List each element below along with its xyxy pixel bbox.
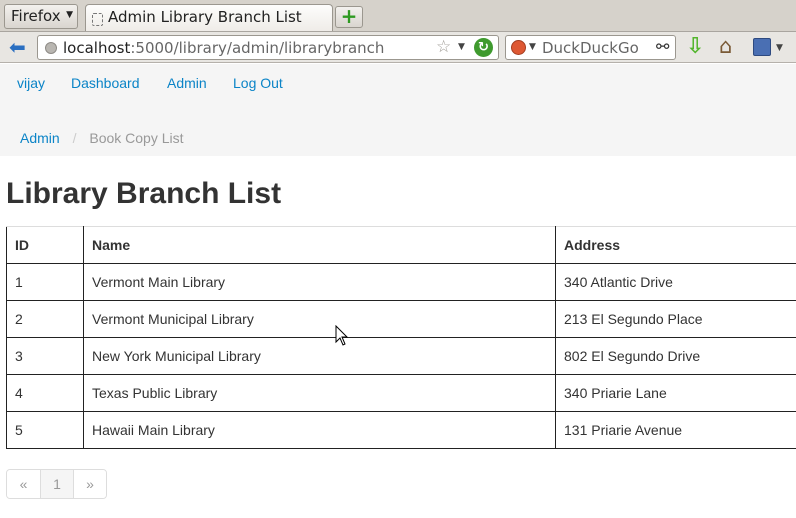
table-row: 2 Vermont Municipal Library 213 El Segun… bbox=[6, 300, 796, 338]
cell-name: New York Municipal Library bbox=[83, 337, 556, 375]
browser-tab[interactable]: Admin Library Branch List bbox=[85, 4, 333, 31]
bookmarks-icon[interactable] bbox=[753, 38, 771, 56]
duckduckgo-icon[interactable] bbox=[511, 40, 526, 55]
pagination: « 1 » bbox=[6, 469, 107, 499]
cell-address: 340 Priarie Lane bbox=[555, 374, 796, 412]
chevron-down-icon[interactable]: ▼ bbox=[529, 42, 536, 52]
nav-user-link[interactable]: vijay bbox=[17, 75, 45, 91]
table-row: 5 Hawaii Main Library 131 Priarie Avenue bbox=[6, 411, 796, 449]
column-header-address: Address bbox=[555, 226, 796, 264]
cell-address: 340 Atlantic Drive bbox=[555, 263, 796, 301]
page-icon bbox=[92, 13, 103, 26]
address-bar[interactable]: localhost:5000/library/admin/librarybran… bbox=[37, 35, 499, 60]
cell-id: 1 bbox=[6, 263, 84, 301]
cell-id: 4 bbox=[6, 374, 84, 412]
chevron-down-icon: ▼ bbox=[66, 10, 73, 20]
column-header-name: Name bbox=[83, 226, 556, 264]
table-row: 1 Vermont Main Library 340 Atlantic Driv… bbox=[6, 263, 796, 301]
url-host: localhost bbox=[63, 39, 131, 57]
pagination-page-1[interactable]: 1 bbox=[40, 470, 73, 498]
cell-address: 131 Priarie Avenue bbox=[555, 411, 796, 449]
library-branch-table: ID Name Address 1 Vermont Main Library 3… bbox=[6, 226, 796, 449]
home-icon[interactable]: ⌂ bbox=[719, 34, 732, 58]
cell-address: 802 El Segundo Drive bbox=[555, 337, 796, 375]
table-header-row: ID Name Address bbox=[6, 226, 796, 264]
binoculars-icon[interactable]: ⚯ bbox=[656, 37, 669, 56]
browser-nav-bar: ⬅ localhost:5000/library/admin/librarybr… bbox=[0, 32, 796, 63]
firefox-menu-button[interactable]: Firefox ▼ bbox=[4, 4, 78, 29]
page-title: Library Branch List bbox=[6, 177, 282, 210]
search-input[interactable]: ▼ DuckDuckGo ⚯ bbox=[505, 35, 676, 60]
breadcrumb-admin-link[interactable]: Admin bbox=[20, 130, 60, 146]
browser-tab-bar: Firefox ▼ Admin Library Branch List + bbox=[0, 0, 796, 32]
tab-title: Admin Library Branch List bbox=[108, 8, 302, 26]
table-row: 3 New York Municipal Library 802 El Segu… bbox=[6, 337, 796, 375]
reload-icon[interactable]: ↻ bbox=[474, 38, 493, 57]
nav-dashboard-link[interactable]: Dashboard bbox=[71, 75, 140, 91]
table-row: 4 Texas Public Library 340 Priarie Lane bbox=[6, 374, 796, 412]
cell-id: 2 bbox=[6, 300, 84, 338]
search-placeholder: DuckDuckGo bbox=[542, 39, 639, 57]
top-navigation: vijay Dashboard Admin Log Out Admin / Bo… bbox=[0, 64, 796, 156]
web-page: vijay Dashboard Admin Log Out Admin / Bo… bbox=[0, 64, 796, 518]
download-icon[interactable]: ⇩ bbox=[686, 35, 704, 59]
breadcrumb-separator: / bbox=[72, 130, 77, 146]
cell-name: Vermont Municipal Library bbox=[83, 300, 556, 338]
cell-id: 3 bbox=[6, 337, 84, 375]
cell-address: 213 El Segundo Place bbox=[555, 300, 796, 338]
back-arrow-icon[interactable]: ⬅ bbox=[9, 36, 33, 58]
chevron-down-icon[interactable]: ▼ bbox=[776, 43, 783, 53]
pagination-prev-button[interactable]: « bbox=[7, 470, 40, 498]
nav-logout-link[interactable]: Log Out bbox=[233, 75, 283, 91]
nav-admin-link[interactable]: Admin bbox=[167, 75, 207, 91]
pagination-next-button[interactable]: » bbox=[73, 470, 106, 498]
firefox-menu-label: Firefox bbox=[11, 7, 61, 25]
globe-icon bbox=[45, 42, 57, 54]
breadcrumb: Admin / Book Copy List bbox=[20, 130, 184, 146]
mouse-cursor-icon bbox=[335, 325, 349, 346]
cell-name: Hawaii Main Library bbox=[83, 411, 556, 449]
cell-id: 5 bbox=[6, 411, 84, 449]
chevron-down-icon[interactable]: ▼ bbox=[458, 42, 465, 52]
url-path: :5000/library/admin/librarybranch bbox=[130, 39, 385, 57]
column-header-id: ID bbox=[6, 226, 84, 264]
breadcrumb-current: Book Copy List bbox=[89, 130, 184, 146]
star-icon[interactable]: ☆ bbox=[436, 37, 451, 57]
cell-name: Vermont Main Library bbox=[83, 263, 556, 301]
new-tab-button[interactable]: + bbox=[335, 6, 363, 28]
cell-name: Texas Public Library bbox=[83, 374, 556, 412]
